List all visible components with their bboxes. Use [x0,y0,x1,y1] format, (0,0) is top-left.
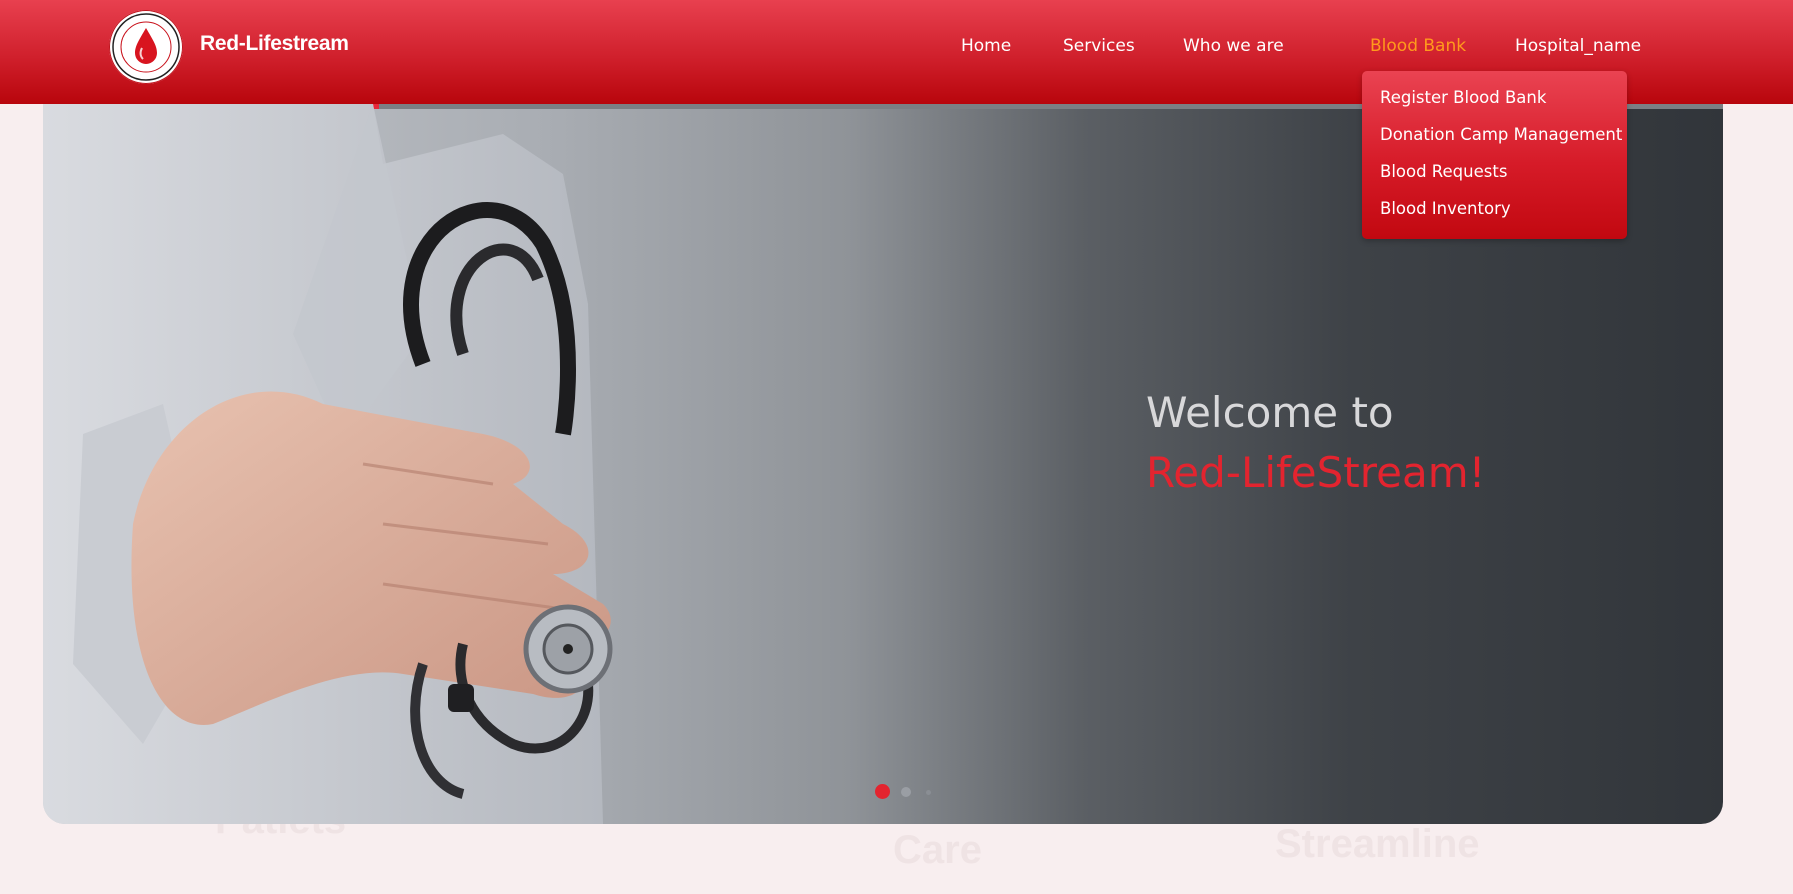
bg-word-streamline: Streamline [1275,822,1480,866]
nav-home[interactable]: Home [961,36,1011,56]
doctor-stethoscope-image [43,104,613,824]
nav-who-we-are[interactable]: Who we are [1183,36,1284,56]
blood-drop-icon [112,13,180,81]
nav-blood-bank[interactable]: Blood Bank [1370,36,1466,56]
brand-logo[interactable] [109,10,183,84]
bg-word-care: Care [893,828,982,872]
carousel-dot-1[interactable] [875,784,890,799]
carousel-dot-2[interactable] [901,787,911,797]
blood-bank-dropdown-menu: Register Blood Bank Donation Camp Manage… [1362,71,1627,239]
menu-item-register-blood-bank[interactable]: Register Blood Bank [1380,88,1546,107]
brand-name[interactable]: Red-Lifestream [200,32,349,56]
carousel-dot-3[interactable] [926,790,931,795]
hero-brand-text: Red-LifeStream! [1146,448,1486,497]
nav-hospital-name[interactable]: Hospital_name [1515,36,1641,56]
nav-services[interactable]: Services [1063,36,1135,56]
menu-item-blood-inventory[interactable]: Blood Inventory [1380,199,1511,218]
menu-item-donation-camp-management[interactable]: Donation Camp Management [1380,125,1622,144]
menu-item-blood-requests[interactable]: Blood Requests [1380,162,1507,181]
hero-welcome-text: Welcome to [1146,388,1394,437]
